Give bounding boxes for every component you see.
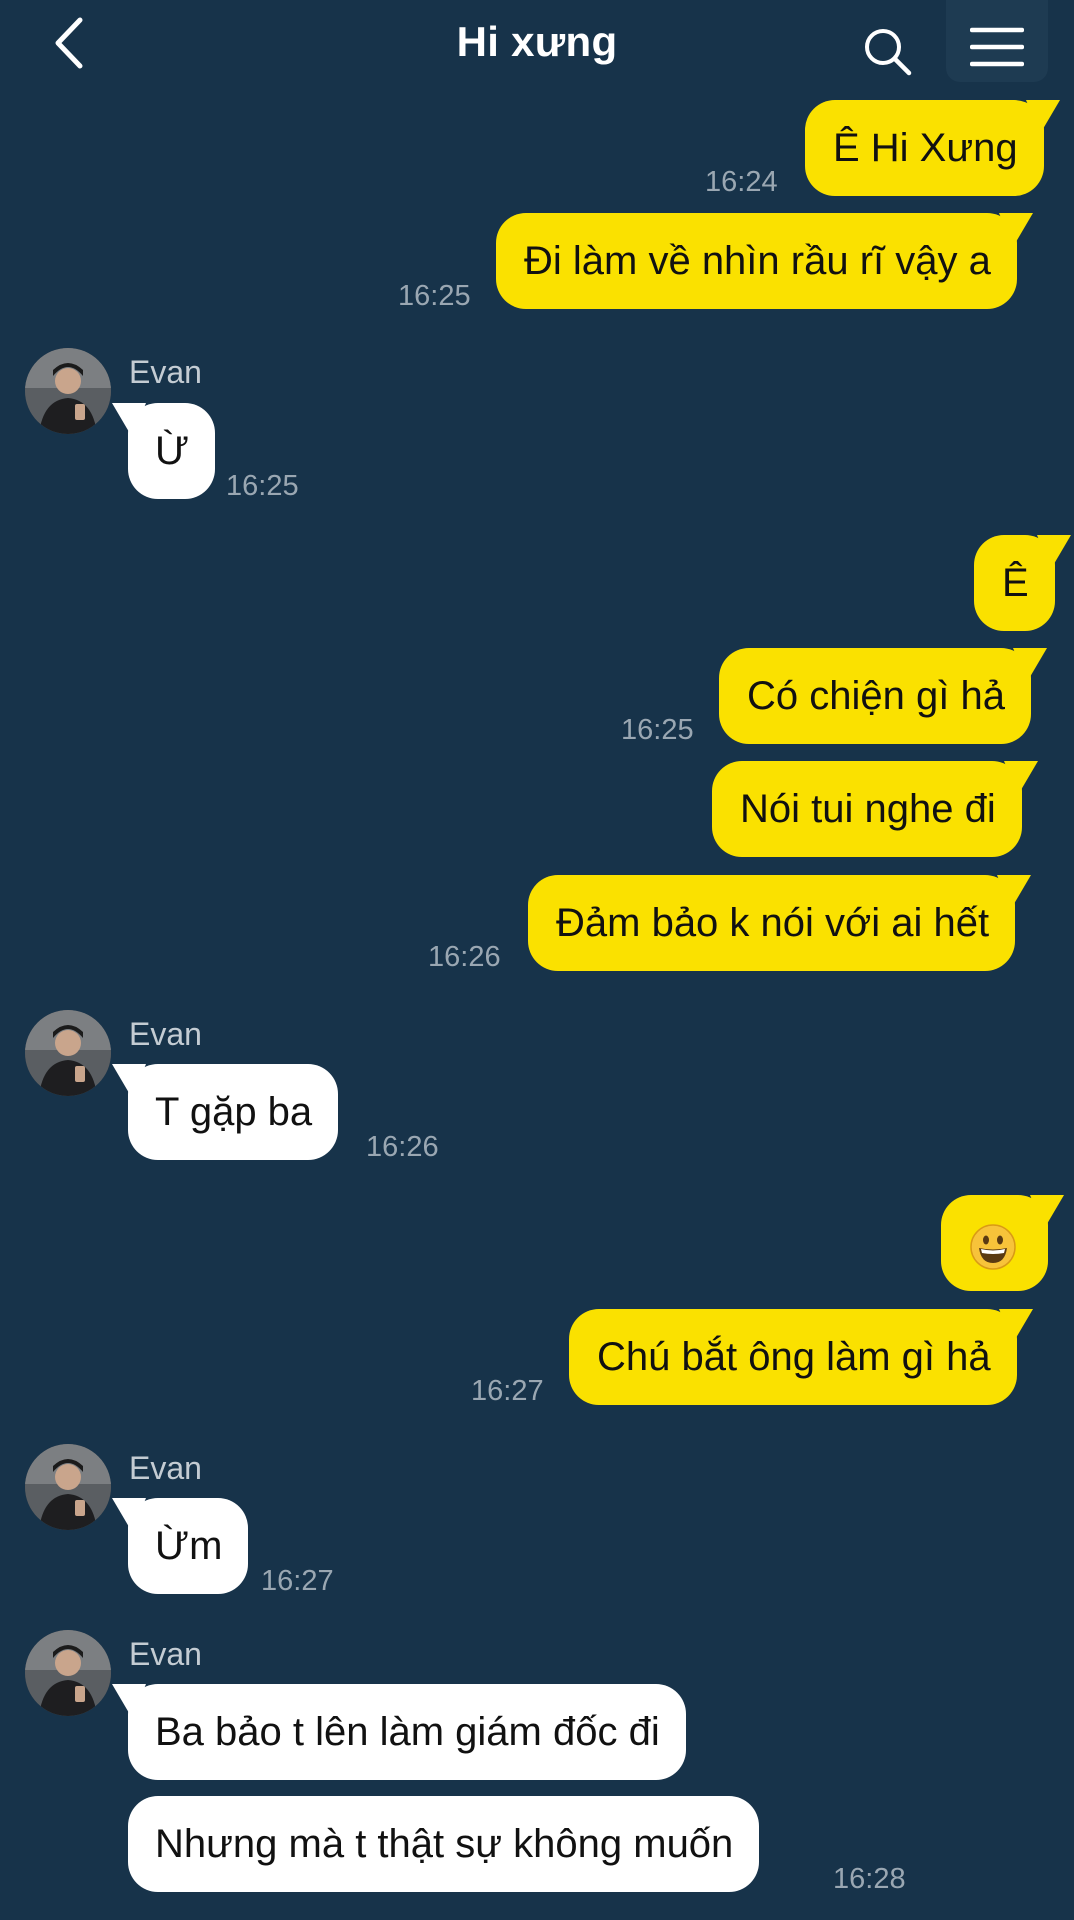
bubble-tail [997,875,1032,909]
incoming-message-bubble[interactable]: Nhưng mà t thật sự không muốn [128,1796,760,1892]
sender-name: Evan [129,1450,202,1486]
message-time: 16:25 [226,470,299,502]
search-icon [865,29,912,76]
outgoing-message-bubble[interactable]: Nói tui nghe đi [712,761,1038,857]
avatar[interactable] [25,1630,111,1716]
message-text: Chú bắt ông làm gì hả [597,1335,991,1379]
avatar-photo [25,1010,111,1096]
avatar[interactable] [25,1010,111,1096]
bubble-tail [112,1684,146,1718]
message-time: 16:26 [428,941,501,973]
avatar-photo [25,348,111,434]
bubble-tail [1036,535,1071,569]
bubble-tail [1003,761,1038,795]
menu-button[interactable] [946,0,1048,82]
bubble-tail [1012,648,1047,682]
message-time: 16:24 [705,166,778,198]
outgoing-message-bubble[interactable]: Chú bắt ông làm gì hả [569,1309,1033,1405]
message-text: Ừm [155,1524,223,1568]
incoming-message-bubble[interactable]: Ừ [112,403,216,499]
hamburger-menu-icon [970,27,1024,67]
sender-name: Evan [129,354,202,390]
incoming-message-bubble[interactable]: T gặp ba [112,1064,339,1160]
bubble-tail [112,1498,146,1532]
outgoing-emoji-bubble[interactable] [941,1195,1064,1291]
bubble-tail [1025,100,1060,134]
bubble-tail [998,213,1033,247]
message-time: 16:25 [398,280,471,312]
grinning-face-icon [970,1224,1016,1270]
message-text: Ba bảo t lên làm giám đốc đi [155,1710,660,1754]
message-time: 16:27 [261,1565,334,1597]
bubble-tail [998,1309,1033,1343]
avatar-photo [25,1630,111,1716]
message-text: Có chiện gì hả [747,674,1005,718]
incoming-message-bubble[interactable]: Ba bảo t lên làm giám đốc đi [112,1684,686,1780]
message-time: 16:25 [621,714,694,746]
bubble-tail [112,403,146,437]
message-text: Đảm bảo k nói với ai hết [556,901,990,945]
outgoing-message-bubble[interactable]: Đi làm về nhìn rầu rĩ vậy a [496,213,1033,309]
search-button[interactable] [862,26,914,78]
message-text: Ừ [155,429,190,473]
message-text: T gặp ba [155,1090,313,1134]
message-text: Đi làm về nhìn rầu rĩ vậy a [524,239,991,283]
outgoing-message-bubble[interactable]: Ê [974,535,1071,631]
message-text: Nhưng mà t thật sự không muốn [155,1822,734,1866]
message-text: Ê [1002,561,1029,605]
message-text: Ê Hi Xưng [833,126,1018,170]
outgoing-message-bubble[interactable]: Đảm bảo k nói với ai hết [528,875,1032,971]
avatar[interactable] [25,348,111,434]
incoming-message-bubble[interactable]: Ừm [112,1498,249,1594]
chat-header: Hi xưng [0,0,1074,96]
message-time: 16:27 [471,1375,544,1407]
outgoing-message-bubble[interactable]: Ê Hi Xưng [805,100,1060,196]
message-text: Nói tui nghe đi [740,787,996,831]
message-time: 16:26 [366,1131,439,1163]
sender-name: Evan [129,1636,202,1672]
bubble-tail [1030,1195,1064,1229]
outgoing-message-bubble[interactable]: Có chiện gì hả [719,648,1047,744]
bubble-tail [112,1064,146,1098]
avatar[interactable] [25,1444,111,1530]
message-time: 16:28 [833,1863,906,1895]
sender-name: Evan [129,1016,202,1052]
avatar-photo [25,1444,111,1530]
